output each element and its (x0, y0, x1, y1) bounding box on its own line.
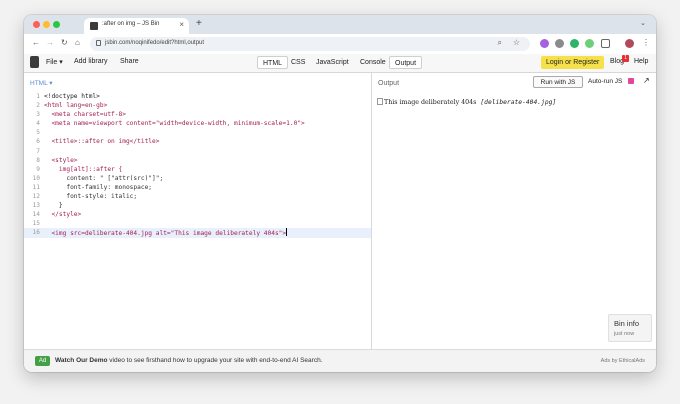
bin-info-title: Bin info (614, 319, 640, 328)
code-line: font-family: monospace; (44, 183, 153, 191)
menu-kebab-icon[interactable]: ⋮ (642, 38, 650, 47)
tab-strip: :after on img – JS Bin × + ⌄ (24, 15, 656, 34)
ad-bar: Ad Watch Our Demo video to see firsthand… (24, 349, 656, 372)
html-panel-label[interactable]: HTML ▾ (30, 79, 53, 87)
code-line: font-style: italic; (44, 193, 138, 201)
image-alt-text: This image deliberately 404s (384, 99, 477, 106)
after-pseudo-content: [deliberate-404.jpg] (480, 99, 557, 106)
rendered-output: This image deliberately 404s [deliberate-… (377, 98, 556, 106)
text-cursor (286, 228, 288, 237)
file-menu[interactable]: File ▾ (46, 58, 63, 66)
avatar[interactable] (625, 39, 634, 48)
bookmark-star-icon[interactable]: ☆ (513, 38, 520, 47)
jsbin-favicon-icon (90, 22, 98, 30)
chevron-down-icon[interactable]: ⌄ (640, 19, 646, 27)
minimize-window-button[interactable] (43, 21, 50, 28)
code-line: <title>::after on img</title> (44, 138, 160, 146)
output-label: Output (378, 80, 400, 87)
help-link[interactable]: Help (634, 58, 648, 65)
browser-tab[interactable]: :after on img – JS Bin × (84, 18, 189, 34)
code-line: img[alt]::after { (44, 165, 123, 173)
code-line-active: <img src=deliberate-404.jpg alt="This im… (44, 228, 288, 238)
html-editor-panel: HTML ▾ 1 <!doctype html> 2 <html lang=en-g… (24, 73, 372, 349)
new-tab-icon[interactable]: + (196, 18, 202, 29)
code-line: <meta charset=utf-8> (44, 111, 126, 119)
tab-output[interactable]: Output (389, 56, 423, 69)
home-icon[interactable]: ⌂ (75, 38, 80, 47)
code-line: } (44, 202, 63, 210)
extension-icon[interactable] (585, 39, 594, 48)
maximize-window-button[interactable] (53, 21, 60, 28)
ad-badge: Ad (35, 356, 50, 366)
back-icon[interactable]: ← (32, 38, 40, 47)
url-field[interactable]: jsbin.com/noqinifedo/edit?html,output ⌕ … (90, 37, 530, 51)
tab-console[interactable]: Console (355, 56, 391, 69)
code-line: <html lang=en-gb> (44, 102, 108, 110)
extension-icon[interactable] (570, 39, 579, 48)
notification-badge: 1 (622, 55, 629, 62)
extension-icon[interactable] (540, 39, 549, 48)
jsbin-toolbar: File ▾ Add library Share HTML CSS JavaSc… (24, 54, 656, 73)
open-in-new-window-icon[interactable]: ↗ (643, 76, 650, 85)
ad-text[interactable]: Watch Our Demo video to see firsthand ho… (55, 357, 323, 364)
close-window-button[interactable] (33, 21, 40, 28)
tab-javascript[interactable]: JavaScript (311, 56, 354, 69)
forward-icon[interactable]: → (46, 38, 54, 47)
browser-window: :after on img – JS Bin × + ⌄ ← → ↻ ⌂ jsb… (24, 15, 656, 372)
broken-image-icon (377, 98, 383, 105)
url-text: jsbin.com/noqinifedo/edit?html,output (105, 40, 205, 46)
code-line: <meta name=viewport content="width=devic… (44, 120, 305, 128)
address-bar: ← → ↻ ⌂ jsbin.com/noqinifedo/edit?html,o… (24, 34, 656, 55)
ad-headline[interactable]: Watch Our Demo (55, 357, 108, 364)
add-library-button[interactable]: Add library (74, 58, 107, 65)
site-info-icon[interactable] (96, 40, 101, 46)
extension-icon[interactable] (555, 39, 564, 48)
code-line: <style> (44, 156, 78, 164)
tab-html[interactable]: HTML (257, 56, 289, 69)
share-button[interactable]: Share (120, 58, 139, 65)
extensions-puzzle-icon[interactable] (601, 39, 610, 48)
tab-css[interactable]: CSS (286, 56, 310, 69)
code-line: content: " ["attr(src)"]"; (44, 174, 164, 182)
code-editor[interactable]: 1 <!doctype html> 2 <html lang=en-gb> 3 <m… (24, 92, 371, 238)
ads-by-link[interactable]: Ads by EthicalAds (601, 358, 645, 364)
auto-run-label[interactable]: Auto-run JS (588, 78, 622, 85)
code-line: <!doctype html> (44, 93, 100, 100)
output-panel: Output Run with JS Auto-run JS ↗ This im… (372, 73, 656, 349)
login-register-button[interactable]: Login or Register (541, 56, 605, 69)
close-tab-icon[interactable]: × (179, 20, 184, 29)
bin-info-timestamp: just now (614, 331, 635, 337)
ad-body: video to see firsthand how to upgrade yo… (107, 357, 323, 364)
tab-title: :after on img – JS Bin (102, 21, 160, 27)
auto-run-checkbox[interactable] (628, 78, 634, 84)
run-with-js-button[interactable]: Run with JS (533, 76, 583, 88)
zoom-icon[interactable]: ⌕ (498, 38, 502, 48)
code-line: </style> (44, 211, 82, 219)
bin-info-widget[interactable]: Bin info just now (608, 314, 652, 342)
reload-icon[interactable]: ↻ (61, 38, 68, 47)
jsbin-logo-icon[interactable] (30, 56, 39, 68)
